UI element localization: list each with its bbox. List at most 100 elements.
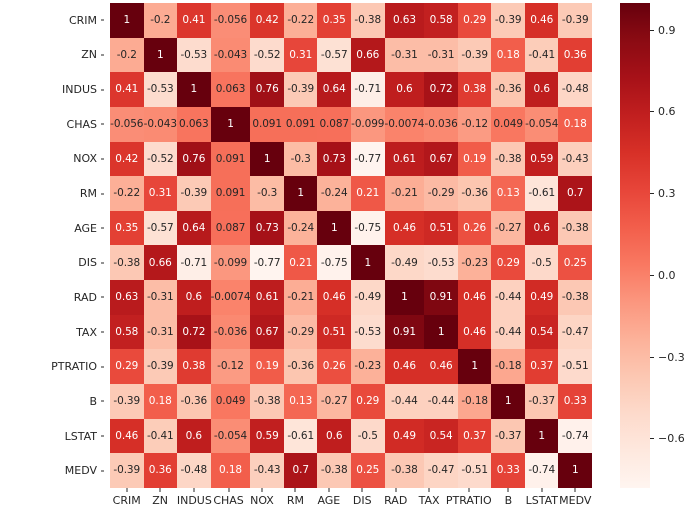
heatmap-cell: 0.37 — [457, 418, 492, 454]
heatmap-cell: 0.46 — [110, 418, 144, 454]
heatmap-cell: 0.091 — [283, 106, 318, 142]
heatmap-cell: -0.22 — [283, 3, 318, 38]
heatmap-cell: 0.18 — [558, 106, 592, 142]
heatmap-cell: 0.26 — [457, 210, 492, 246]
y-tick-label-medv: MEDV — [0, 453, 104, 488]
heatmap-cell: 0.13 — [283, 384, 318, 419]
heatmap-cell: 0.76 — [177, 141, 211, 177]
heatmap-cell: -0.056 — [110, 106, 144, 142]
y-tick-label-nox: NOX — [0, 142, 104, 177]
heatmap-cell: -0.39 — [110, 384, 144, 419]
heatmap-cell: 0.72 — [424, 72, 458, 107]
colorbar-tick-mark — [650, 356, 654, 358]
x-tick-label-nox: NOX — [245, 488, 278, 512]
colorbar-tick-mark — [650, 111, 654, 113]
y-tick-label-chas: CHAS — [0, 107, 104, 142]
heatmap-cell: -0.2 — [110, 37, 144, 73]
heatmap-cell: 0.51 — [424, 210, 458, 246]
heatmap-cell: -0.53 — [177, 37, 211, 73]
heatmap-cell: 0.25 — [351, 453, 385, 488]
heatmap-cell: -0.3 — [250, 176, 284, 211]
heatmap-cell: 0.46 — [457, 280, 492, 315]
heatmap-cell: -0.38 — [351, 3, 385, 38]
heatmap-cell: 0.49 — [384, 418, 425, 454]
colorbar-tick-label: −0.3 — [658, 350, 685, 364]
x-tick-label-tax: TAX — [412, 488, 445, 512]
heatmap-cell: -0.75 — [317, 245, 351, 281]
heatmap-cell: -0.37 — [491, 418, 525, 454]
heatmap-cell: 0.41 — [177, 3, 211, 38]
heatmap-cell: 0.64 — [317, 72, 351, 107]
heatmap-cell: -0.054 — [524, 106, 559, 142]
heatmap-cell: -0.27 — [491, 210, 525, 246]
heatmap-cell: 0.18 — [491, 37, 525, 73]
heatmap-cell: 0.6 — [524, 210, 559, 246]
heatmap-cell: -0.39 — [143, 349, 178, 385]
heatmap-cell: -0.36 — [283, 349, 318, 385]
heatmap-cell: -0.41 — [524, 37, 559, 73]
heatmap-cell: 1 — [250, 141, 284, 177]
heatmap-cell: 0.66 — [351, 37, 385, 73]
heatmap-cell: -0.056 — [210, 3, 251, 38]
heatmap-cell: 0.063 — [210, 72, 251, 107]
heatmap-cell: 0.46 — [384, 210, 425, 246]
y-tick-label-ptratio: PTRATIO — [0, 349, 104, 384]
heatmap-cell: 0.6 — [317, 418, 351, 454]
heatmap-plot-area: 1 -0.2 0.41 -0.056 0.42 -0.22 0.35 -0.38 0.63 0.5… — [110, 3, 592, 488]
heatmap-cell: -0.48 — [558, 72, 592, 107]
heatmap-cell: 1 — [558, 453, 592, 488]
heatmap-cell: 0.91 — [384, 314, 425, 350]
colorbar-tick-label: −0.6 — [658, 432, 685, 446]
colorbar-tick-label: 0.3 — [658, 187, 676, 201]
heatmap-cell: 0.46 — [384, 349, 425, 385]
heatmap-cell: 0.7 — [283, 453, 318, 488]
heatmap-cell: 1 — [143, 37, 178, 73]
heatmap-cell: -0.23 — [351, 349, 385, 385]
heatmap-cell: -0.41 — [143, 418, 178, 454]
heatmap-cell: -0.51 — [457, 453, 492, 488]
heatmap-cell: -0.31 — [143, 280, 178, 315]
heatmap-cell: 0.49 — [524, 280, 559, 315]
y-tick-label-indus: INDUS — [0, 72, 104, 107]
heatmap-cell: -0.51 — [558, 349, 592, 385]
heatmap-cell: 0.31 — [283, 37, 318, 73]
x-tick-label-rad: RAD — [379, 488, 412, 512]
x-tick-label-lstat: LSTAT — [525, 488, 558, 512]
heatmap-cell: 0.63 — [110, 280, 144, 315]
x-tick-label-zn: ZN — [143, 488, 176, 512]
heatmap-cell: -0.71 — [177, 245, 211, 281]
colorbar-tick-mark — [650, 29, 654, 31]
heatmap-cell: -0.44 — [384, 384, 425, 419]
heatmap-cell: -0.12 — [457, 106, 492, 142]
heatmap-cell: 0.59 — [250, 418, 284, 454]
heatmap-cell: 1 — [110, 3, 144, 38]
x-tick-label-medv: MEDV — [559, 488, 592, 512]
heatmap-cell: 0.46 — [457, 314, 492, 350]
heatmap-cell: 0.18 — [143, 384, 178, 419]
heatmap-cell: -0.36 — [177, 384, 211, 419]
y-tick-label-b: B — [0, 384, 104, 419]
heatmap-cell: -0.29 — [283, 314, 318, 350]
heatmap-cell: -0.054 — [210, 418, 251, 454]
colorbar-tick-mark — [650, 274, 654, 276]
heatmap-cell: 0.18 — [210, 453, 251, 488]
heatmap-cell: -0.21 — [384, 176, 425, 211]
heatmap-cell: -0.31 — [143, 314, 178, 350]
x-tick-label-age: AGE — [312, 488, 345, 512]
heatmap-cell: -0.39 — [177, 176, 211, 211]
heatmap-cell: -0.27 — [317, 384, 351, 419]
heatmap-cell: 1 — [491, 384, 525, 419]
heatmap-cell: -0.38 — [491, 141, 525, 177]
heatmap-cell: -0.18 — [457, 384, 492, 419]
y-axis-tick-labels: CRIM ZN INDUS CHAS NOX RM AGE DIS RAD TAX PTRATIO B… — [0, 3, 104, 488]
heatmap-cell: 0.6 — [177, 418, 211, 454]
heatmap-cell: -0.44 — [491, 314, 525, 350]
heatmap-cell: -0.53 — [424, 245, 458, 281]
heatmap-cell: -0.036 — [210, 314, 251, 350]
heatmap-cell: 0.087 — [317, 106, 351, 142]
colorbar-tick-label: 0.6 — [658, 105, 676, 119]
heatmap-cell: -0.48 — [177, 453, 211, 488]
heatmap-cell: -0.36 — [491, 72, 525, 107]
heatmap-cell: 0.33 — [558, 384, 592, 419]
colorbar: 0.9 0.6 0.3 0.0 −0.3 −0.6 — [620, 3, 685, 488]
